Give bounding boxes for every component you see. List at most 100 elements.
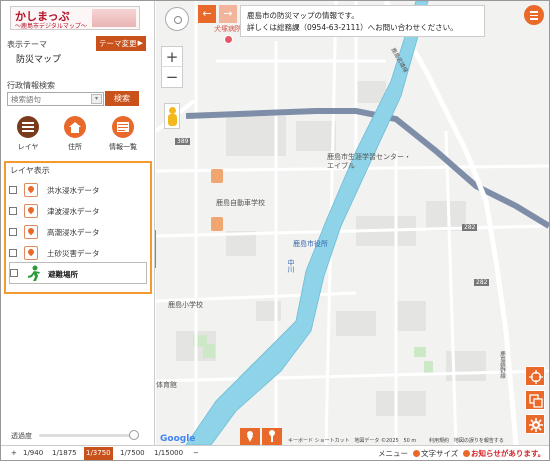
info-line-1: 鹿島市の防災マップの情報です。 (247, 11, 359, 20)
evacuation-person-icon (26, 265, 40, 283)
next-arrow-button[interactable]: → (219, 5, 237, 23)
zoom-in-button[interactable]: + (162, 47, 182, 67)
sidebar: かしまっぷ ～鹿島市デジタルマップ～ 表示テーマ 防災マップ テーマ変更 ▶ 行… (1, 1, 155, 445)
nav-layer-label: レイヤ (17, 143, 39, 151)
river-label: 中川 (287, 259, 295, 273)
layer-label: 津波浸水データ (47, 207, 100, 216)
hamburger-line (530, 14, 538, 16)
map-pin-icon (24, 183, 38, 197)
layer-checkbox[interactable] (9, 228, 17, 236)
layer-item-evacuation[interactable]: 避難場所 (9, 262, 147, 284)
nav-layer-button[interactable]: レイヤ (10, 116, 46, 152)
theme-change-label: テーマ変更 (99, 39, 137, 48)
transparency-slider-handle[interactable] (129, 430, 139, 440)
bottom-bar: + 1/940 1/1875 1/3750 1/7500 1/15000 − メ… (1, 445, 549, 460)
theme-change-button[interactable]: テーマ変更 ▶ (96, 36, 146, 51)
nav-address-button[interactable]: 住所 (57, 116, 93, 152)
info-box: 鹿島市の防災マップの情報です。 詳しくは総務課（0954-63-2111）へお問… (240, 5, 485, 37)
route-shield-282a: 282 (462, 224, 478, 231)
nav-info-list-label: 情報一覧 (109, 143, 137, 151)
scale-option[interactable]: 1/940 (21, 447, 45, 460)
scale-zoom-in-button[interactable]: + (9, 447, 19, 460)
alert-icon (463, 450, 470, 457)
nav-address-label: 住所 (68, 143, 82, 151)
theme-label: 表示テーマ (7, 40, 47, 49)
transparency-track[interactable] (39, 434, 134, 437)
layer-panel-title: レイヤ表示 (10, 166, 50, 175)
attribution-terms[interactable]: 利用規約 (429, 438, 449, 444)
map-rotate-control[interactable] (165, 7, 189, 31)
street-view-pegman-icon[interactable] (164, 103, 180, 129)
layer-checkbox[interactable] (9, 249, 17, 257)
map-marker-icon[interactable] (211, 217, 223, 231)
crosshair-icon (529, 370, 543, 384)
layer-item-tsunami[interactable]: 津波浸水データ (9, 203, 147, 219)
zoom-out-button[interactable]: − (162, 67, 182, 87)
font-size-label: 文字サイズ (421, 449, 459, 458)
gear-icon (529, 418, 543, 432)
triangle-right-icon: ▶ (137, 39, 143, 47)
marker-button[interactable] (262, 428, 282, 445)
app-logo[interactable]: かしまっぷ ～鹿島市デジタルマップ～ (10, 6, 140, 30)
scale-option-active[interactable]: 1/3750 (84, 447, 113, 460)
map-pin-icon (24, 204, 38, 218)
copy-layers-button[interactable] (525, 390, 545, 410)
layer-item-storm-surge[interactable]: 高潮浸水データ (9, 224, 147, 240)
map-pin-icon (24, 225, 38, 239)
settings-button[interactable] (525, 414, 545, 434)
newspaper-icon (112, 116, 134, 138)
transparency-label: 透過度 (11, 432, 32, 440)
poi-gym[interactable]: 体育館 (156, 380, 177, 390)
notice-label: お知らせがあります。 (471, 449, 546, 458)
search-label: 行政情報検索 (7, 81, 55, 90)
scale-zoom-out-button[interactable]: − (191, 447, 201, 460)
layer-checkbox[interactable] (9, 186, 17, 194)
layer-panel: レイヤ表示 洪水浸水データ 津波浸水データ 高潮浸水データ 土砂災害データ 避難… (4, 161, 152, 294)
google-logo: Google (160, 434, 196, 444)
layer-item-landslide[interactable]: 土砂災害データ (9, 245, 147, 261)
map-pin-icon (24, 246, 38, 260)
notice-link[interactable]: お知らせがあります。 (463, 448, 545, 459)
hamburger-line (530, 18, 538, 20)
search-dropdown-icon[interactable]: ▾ (91, 94, 102, 104)
current-location-button[interactable] (525, 366, 545, 386)
hospital-pin-icon[interactable] (224, 35, 233, 44)
attribution-report[interactable]: 地図の誤りを報告する (454, 438, 504, 444)
font-size-link[interactable]: 文字サイズ (413, 448, 458, 459)
layer-label: 土砂災害データ (47, 249, 100, 258)
transparency-control: 透過度 (5, 428, 141, 442)
map-canvas[interactable]: 犬塚病院 鹿島市生涯学習センター・エイブル 鹿島自動車学校 鹿島市役所 鹿島小学… (156, 1, 549, 445)
layer-item-flood[interactable]: 洪水浸水データ (9, 182, 147, 198)
layer-label: 避難場所 (48, 270, 78, 279)
pin-location-button[interactable] (240, 428, 260, 445)
bottom-menu-link[interactable]: メニュー (378, 448, 408, 459)
poi-community-center[interactable]: 鹿島市生涯学習センター・エイブル (327, 153, 417, 171)
route-shield-282b: 282 (474, 279, 490, 286)
list-icon (17, 116, 39, 138)
map-marker-icon[interactable] (211, 169, 223, 183)
layer-label: 高潮浸水データ (47, 228, 100, 237)
nav-info-list-button[interactable]: 情報一覧 (105, 116, 141, 152)
poi-elementary-school[interactable]: 鹿島小学校 (168, 300, 203, 310)
logo-image (92, 9, 136, 27)
search-button[interactable]: 検索 (105, 91, 139, 106)
prev-arrow-button[interactable]: ← (198, 5, 216, 23)
zoom-control: + − (161, 46, 183, 88)
hamburger-menu-button[interactable] (524, 5, 544, 25)
road-name-kashima-ureshino: 鹿島嬉野線 (499, 351, 505, 379)
attribution-shortcuts[interactable]: キーボード ショートカット (288, 438, 350, 444)
house-icon (64, 116, 86, 138)
poi-hospital[interactable]: 犬塚病院 (214, 24, 242, 34)
scale-option[interactable]: 1/15000 (152, 447, 185, 460)
scale-option[interactable]: 1/7500 (118, 447, 147, 460)
theme-name: 防災マップ (16, 55, 62, 65)
poi-city-hall[interactable]: 鹿島市役所 (293, 239, 328, 249)
attribution-mapdata: 地図データ ©2025 (354, 438, 399, 444)
layer-label: 洪水浸水データ (47, 186, 100, 195)
text-size-icon (413, 450, 420, 457)
scale-option[interactable]: 1/1875 (50, 447, 79, 460)
poi-driving-school[interactable]: 鹿島自動車学校 (216, 198, 265, 208)
search-input[interactable] (7, 92, 104, 106)
layer-checkbox[interactable] (9, 207, 17, 215)
layer-checkbox[interactable] (10, 269, 18, 277)
